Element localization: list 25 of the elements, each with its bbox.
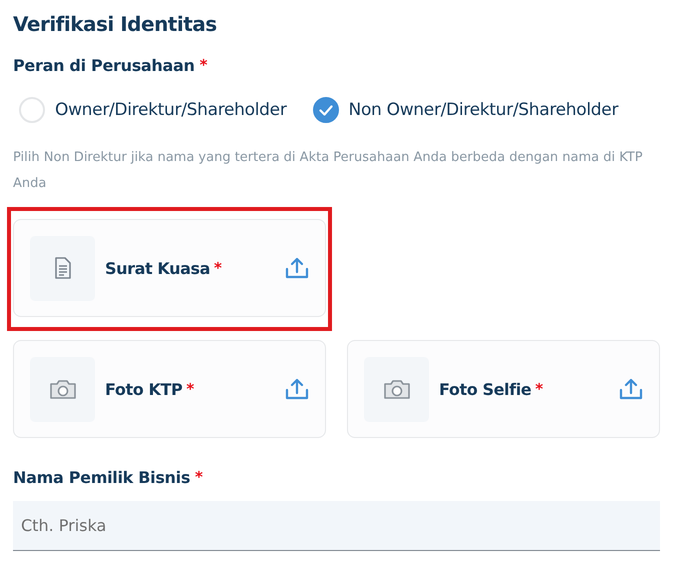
field-label: Nama Pemilik Bisnis: [13, 468, 190, 487]
hint-text: Pilih Non Direktur jika nama yang tertera di Akta Perusahaan Anda berbeda dengan nama di KTP Anda: [13, 149, 644, 193]
field-label: Peran di Perusahaan: [13, 56, 195, 75]
upload-label: Foto KTP: [105, 380, 182, 398]
required-mark: *: [200, 56, 208, 75]
upload-card[interactable]: Foto KTP *: [13, 340, 326, 438]
camera-icon: [382, 378, 410, 400]
document-icon: [54, 257, 72, 279]
upload-label: Surat Kuasa: [105, 258, 210, 278]
radio-option[interactable]: Non Owner/Direktur/Shareholder: [312, 97, 618, 123]
required-mark: *: [535, 380, 543, 398]
required-mark: *: [214, 258, 222, 278]
radio-option[interactable]: Owner/Direktur/Shareholder: [19, 97, 287, 123]
upload-card[interactable]: Foto Selfie *: [347, 340, 660, 438]
page-title: Verifikasi Identitas: [13, 12, 218, 36]
name-input[interactable]: Cth. Priska: [13, 501, 660, 551]
upload-icon[interactable]: [619, 378, 643, 400]
required-mark: *: [186, 380, 194, 398]
camera-icon: [48, 378, 76, 400]
upload-icon[interactable]: [285, 257, 309, 279]
upload-label: Foto Selfie: [439, 380, 532, 398]
radio-icon[interactable]: [312, 97, 339, 123]
upload-card[interactable]: Surat Kuasa *: [13, 219, 326, 317]
required-mark: *: [195, 468, 203, 487]
upload-icon[interactable]: [285, 378, 309, 400]
